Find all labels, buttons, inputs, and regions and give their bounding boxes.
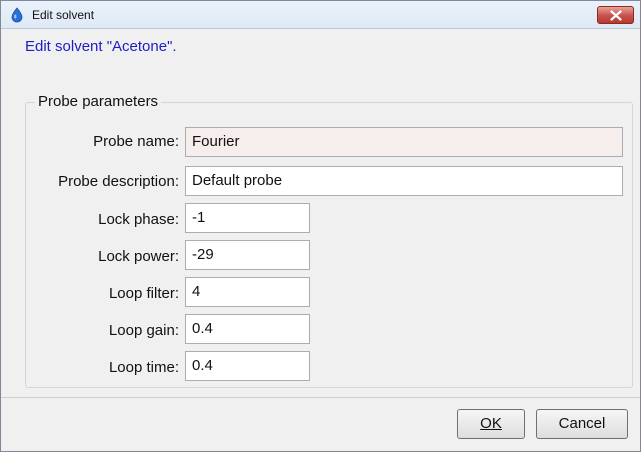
cancel-button-label: Cancel — [558, 415, 606, 432]
probe-name-label: Probe name: — [93, 133, 179, 150]
loop-filter-label: Loop filter: — [108, 285, 179, 302]
title-bar[interactable]: Edit solvent — [1, 1, 640, 29]
cancel-button[interactable]: Cancel — [536, 409, 628, 439]
probe-description-label: Probe description: — [58, 173, 179, 190]
ok-button[interactable]: OK — [457, 409, 525, 439]
loop-filter-field[interactable]: 4 — [185, 277, 310, 307]
loop-gain-label: Loop gain: — [108, 322, 179, 339]
close-button[interactable] — [597, 6, 634, 24]
group-title: Probe parameters — [35, 93, 162, 111]
lock-phase-label: Lock phase: — [98, 211, 179, 228]
solvent-drop-icon — [9, 7, 25, 23]
lock-phase-field[interactable]: -1 — [185, 203, 310, 233]
window-title: Edit solvent — [32, 8, 95, 22]
edit-solvent-dialog: Edit solvent Edit solvent "Acetone". Pro… — [0, 0, 641, 452]
close-icon — [610, 10, 622, 21]
loop-gain-field[interactable]: 0.4 — [185, 314, 310, 344]
dialog-message: Edit solvent "Acetone". — [25, 38, 177, 55]
probe-description-field[interactable]: Default probe — [185, 166, 623, 196]
button-bar-separator — [1, 397, 640, 398]
loop-time-label: Loop time: — [108, 359, 179, 376]
ok-button-label: OK — [480, 415, 502, 432]
loop-time-field[interactable]: 0.4 — [185, 351, 310, 381]
probe-name-field: Fourier — [185, 127, 623, 157]
lock-power-label: Lock power: — [98, 248, 179, 265]
lock-power-field[interactable]: -29 — [185, 240, 310, 270]
